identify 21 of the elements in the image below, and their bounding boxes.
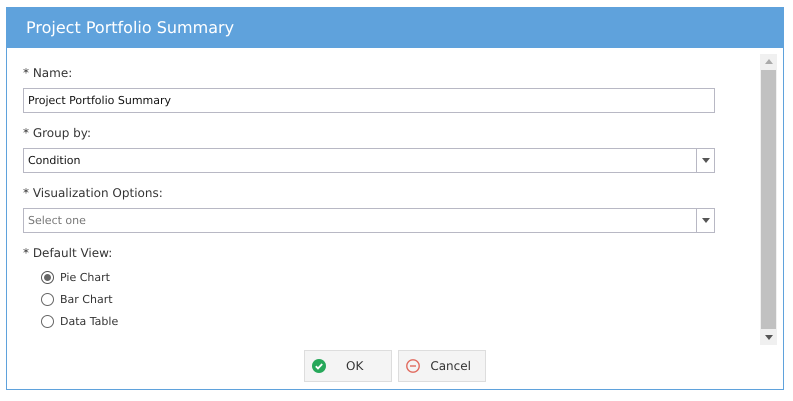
- scroll-thumb[interactable]: [761, 70, 776, 329]
- caret-icon: [702, 218, 710, 223]
- radio-option[interactable]: Pie Chart: [41, 269, 760, 286]
- scroll-up-icon[interactable]: [764, 59, 772, 64]
- field-label: * Name:: [23, 66, 74, 82]
- radio-option[interactable]: Bar Chart: [41, 291, 760, 308]
- scrollbar[interactable]: [760, 54, 777, 345]
- dropdown[interactable]: Select one: [23, 208, 715, 233]
- scroll-down-icon[interactable]: [764, 335, 772, 340]
- caret-icon: [702, 158, 710, 163]
- field-label: * Visualization Options:: [23, 186, 164, 202]
- ok-button[interactable]: OK: [304, 350, 392, 382]
- minus-circle-icon: [406, 359, 420, 373]
- name-field[interactable]: Project Portfolio Summary: [23, 88, 715, 113]
- check-icon: [312, 359, 326, 373]
- radio-option[interactable]: Data Table: [41, 313, 760, 330]
- window-title: Project Portfolio Summary: [26, 18, 234, 37]
- field-label: * Default View:: [23, 246, 114, 262]
- dropdown[interactable]: Condition: [23, 148, 715, 173]
- cancel-button[interactable]: Cancel: [398, 350, 486, 382]
- field-label: * Group by:: [23, 126, 92, 142]
